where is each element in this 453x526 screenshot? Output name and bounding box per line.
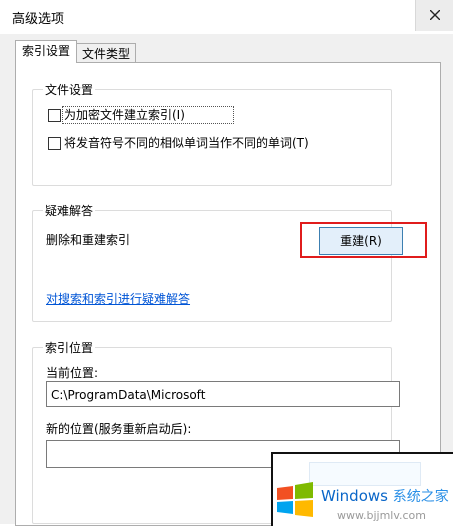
watermark-badge: Windows 系统之家 www.bjjmlv.com	[271, 452, 453, 526]
current-location-label: 当前位置:	[46, 366, 99, 380]
diacritics-label[interactable]: 将发音符号不同的相似单词当作不同的单词(T)	[64, 135, 309, 151]
encrypted-files-label[interactable]: 为加密文件建立索引(I)	[64, 107, 185, 123]
window-title: 高级选项	[12, 12, 65, 27]
close-button[interactable]	[415, 0, 453, 31]
watermark-brand-cn: 系统之家	[392, 489, 449, 505]
windows-logo-icon	[277, 482, 313, 517]
encrypted-files-checkbox[interactable]	[48, 109, 61, 122]
diacritics-checkbox[interactable]	[48, 137, 61, 150]
troubleshoot-title: 疑难解答	[43, 202, 96, 219]
current-location-field[interactable]: C:\ProgramData\Microsoft	[46, 381, 400, 407]
tab-index-settings[interactable]: 索引设置	[15, 40, 77, 63]
file-settings-title: 文件设置	[43, 81, 96, 98]
tab-file-types[interactable]: 文件类型	[76, 43, 136, 64]
encrypted-files-option[interactable]: 为加密文件建立索引(I)	[48, 106, 248, 125]
file-settings-group: 文件设置 为加密文件建立索引(I) 将发音符号不同的相似单词当作不同的单词(T)	[32, 81, 392, 186]
watermark-url: www.bjjmlv.com	[337, 509, 426, 522]
index-location-title: 索引位置	[43, 339, 96, 356]
watermark-brand-en: Windows	[321, 487, 388, 505]
close-icon	[430, 10, 440, 20]
new-location-label: 新的位置(服务重新启动后):	[46, 422, 192, 436]
diacritics-option[interactable]: 将发音符号不同的相似单词当作不同的单词(T)	[48, 135, 348, 153]
troubleshoot-link[interactable]: 对搜索和索引进行疑难解答	[46, 290, 190, 307]
rebuild-highlight-box	[300, 222, 427, 258]
watermark-brand: Windows 系统之家	[321, 486, 449, 506]
watermark-bubble	[309, 462, 421, 486]
rebuild-index-label: 删除和重建索引	[46, 233, 131, 247]
title-bar: 高级选项	[0, 0, 453, 34]
